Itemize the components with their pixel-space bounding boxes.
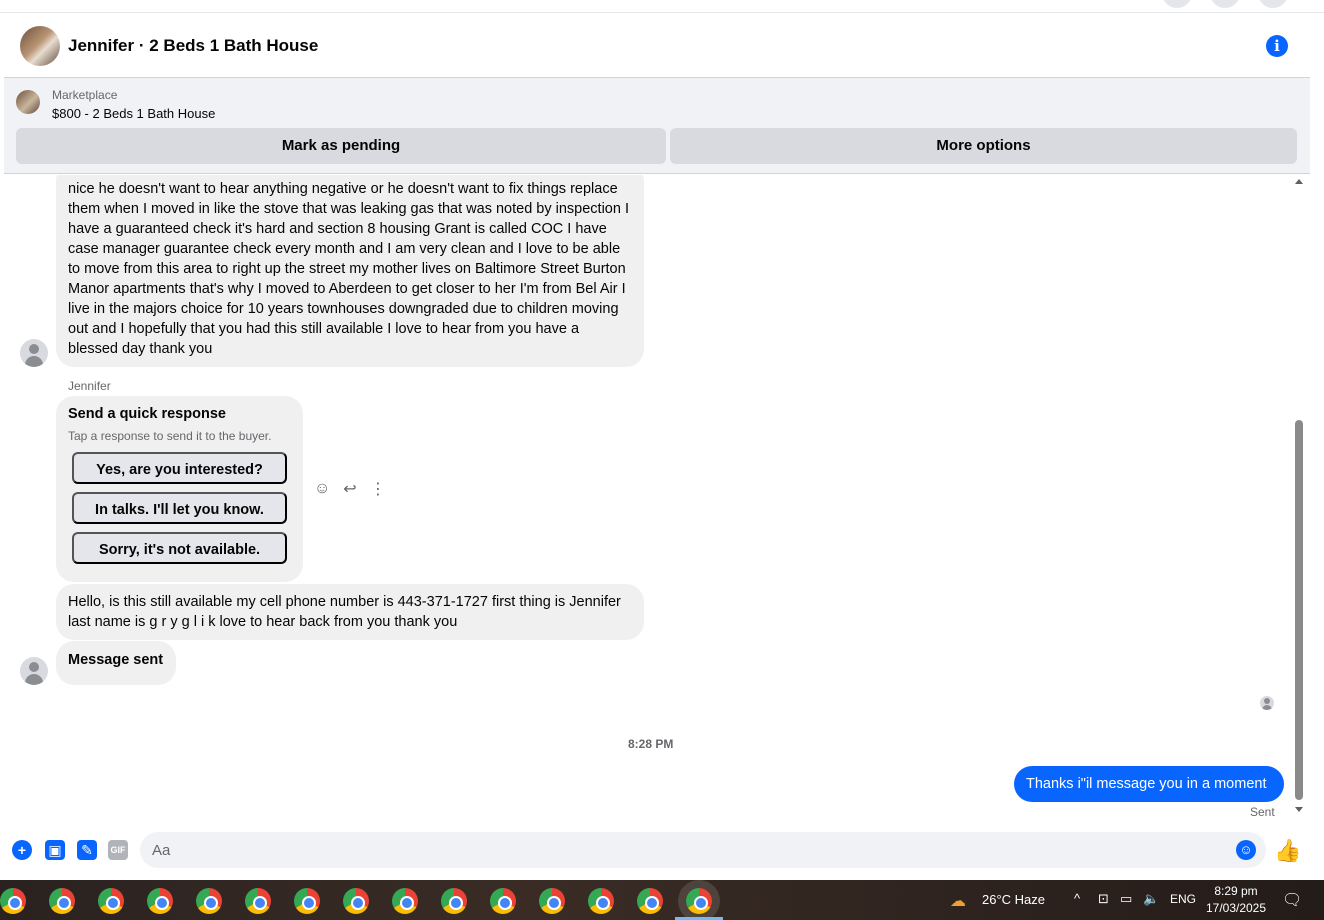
chrome-app-icon[interactable]	[392, 888, 418, 914]
chrome-app-icon[interactable]	[49, 888, 75, 914]
top-nav-icon[interactable]	[1210, 0, 1240, 8]
message-timestamp: 8:28 PM	[628, 737, 674, 751]
message-input[interactable]	[140, 832, 1266, 868]
conversation-header: Jennifer · 2 Beds 1 Bath House i	[4, 14, 1310, 78]
meet-icon[interactable]: ⊡	[1098, 891, 1109, 907]
clock-time[interactable]: 8:29 pm	[1200, 884, 1272, 899]
quick-response-option[interactable]: In talks. I'll let you know.	[72, 492, 287, 524]
thread-scrollbar[interactable]	[1292, 175, 1306, 823]
message-thread[interactable]: nice he doesn't want to hear anything ne…	[4, 175, 1294, 823]
buyer-avatar[interactable]	[20, 339, 48, 367]
chrome-app-icon[interactable]	[490, 888, 516, 914]
seen-receipt-avatar	[1260, 696, 1274, 710]
quick-response-card: Send a quick response Tap a response to …	[56, 396, 303, 582]
chrome-app-icon[interactable]	[245, 888, 271, 914]
chrome-app-icon-active[interactable]	[686, 888, 712, 914]
top-strip	[0, 0, 1324, 13]
chrome-app-icon[interactable]	[441, 888, 467, 914]
mark-as-pending-button[interactable]: Mark as pending	[16, 128, 666, 164]
outgoing-message[interactable]: Thanks i"il message you in a moment	[1014, 766, 1284, 802]
scrollbar-thumb[interactable]	[1295, 420, 1303, 800]
reply-icon[interactable]: ↩	[342, 479, 358, 499]
quick-response-option[interactable]: Yes, are you interested?	[72, 452, 287, 484]
chrome-app-icon[interactable]	[588, 888, 614, 914]
more-options-button[interactable]: More options	[670, 128, 1297, 164]
emoji-icon[interactable]: ☺	[1236, 840, 1256, 860]
quick-response-option[interactable]: Sorry, it's not available.	[72, 532, 287, 564]
plus-icon[interactable]: +	[12, 840, 32, 860]
weather-text[interactable]: 26°C Haze	[982, 892, 1045, 907]
incoming-message-long[interactable]: nice he doesn't want to hear anything ne…	[56, 175, 644, 367]
buyer-avatar[interactable]	[20, 657, 48, 685]
chrome-app-icon[interactable]	[637, 888, 663, 914]
more-vertical-icon[interactable]: ⋮	[370, 479, 386, 499]
top-nav-icon[interactable]	[1162, 0, 1192, 8]
system-message: Message sent	[56, 641, 176, 685]
chrome-app-icon[interactable]	[98, 888, 124, 914]
marketplace-panel: Marketplace $800 - 2 Beds 1 Bath House M…	[4, 78, 1310, 174]
weather-icon: ☁	[950, 893, 966, 910]
chrome-app-icon[interactable]	[0, 888, 26, 914]
network-icon[interactable]: ▭	[1120, 891, 1132, 907]
language-indicator[interactable]: ENG	[1170, 892, 1196, 906]
info-icon[interactable]: i	[1266, 35, 1288, 57]
quick-response-title: Send a quick response	[68, 406, 226, 422]
scroll-up-arrow[interactable]	[1295, 179, 1303, 184]
chevron-up-icon[interactable]: ^	[1074, 891, 1080, 906]
react-emoji-icon[interactable]: ☺	[314, 480, 330, 498]
clock-date[interactable]: 17/03/2025	[1200, 901, 1272, 916]
quick-response-subtitle: Tap a response to send it to the buyer.	[68, 429, 272, 443]
gif-icon[interactable]: GIF	[108, 840, 128, 860]
windows-taskbar: ☁ 26°C Haze ^ ⊡ ▭ 🔈 ENG 8:29 pm 17/03/20…	[0, 880, 1324, 920]
listing-thumbnail[interactable]	[16, 90, 40, 114]
incoming-message[interactable]: Hello, is this still available my cell p…	[56, 584, 644, 640]
message-composer: + ▣ ✎ GIF ☺ 👍	[4, 826, 1310, 876]
messenger-window: Jennifer · 2 Beds 1 Bath House i Marketp…	[0, 0, 1324, 920]
marketplace-label: Marketplace	[52, 88, 118, 102]
volume-icon[interactable]: 🔈	[1143, 891, 1159, 907]
conversation-avatar[interactable]	[20, 25, 60, 66]
notification-icon[interactable]: 🗨	[1282, 890, 1302, 910]
sender-name: Jennifer	[68, 379, 111, 393]
listing-title[interactable]: $800 - 2 Beds 1 Bath House	[52, 106, 215, 121]
chrome-app-icon[interactable]	[343, 888, 369, 914]
chrome-app-icon[interactable]	[196, 888, 222, 914]
chrome-app-icon[interactable]	[147, 888, 173, 914]
sticker-icon[interactable]: ✎	[77, 840, 97, 860]
profile-avatar[interactable]	[1258, 0, 1288, 8]
message-actions: ☺ ↩ ⋮	[314, 479, 386, 499]
photo-icon[interactable]: ▣	[45, 840, 65, 860]
conversation-title[interactable]: Jennifer · 2 Beds 1 Bath House	[68, 36, 318, 56]
chrome-app-icon[interactable]	[294, 888, 320, 914]
chrome-app-icon[interactable]	[539, 888, 565, 914]
thumbs-up-icon[interactable]: 👍	[1274, 838, 1301, 864]
sent-status: Sent	[1250, 805, 1275, 819]
scroll-down-arrow[interactable]	[1295, 807, 1303, 812]
